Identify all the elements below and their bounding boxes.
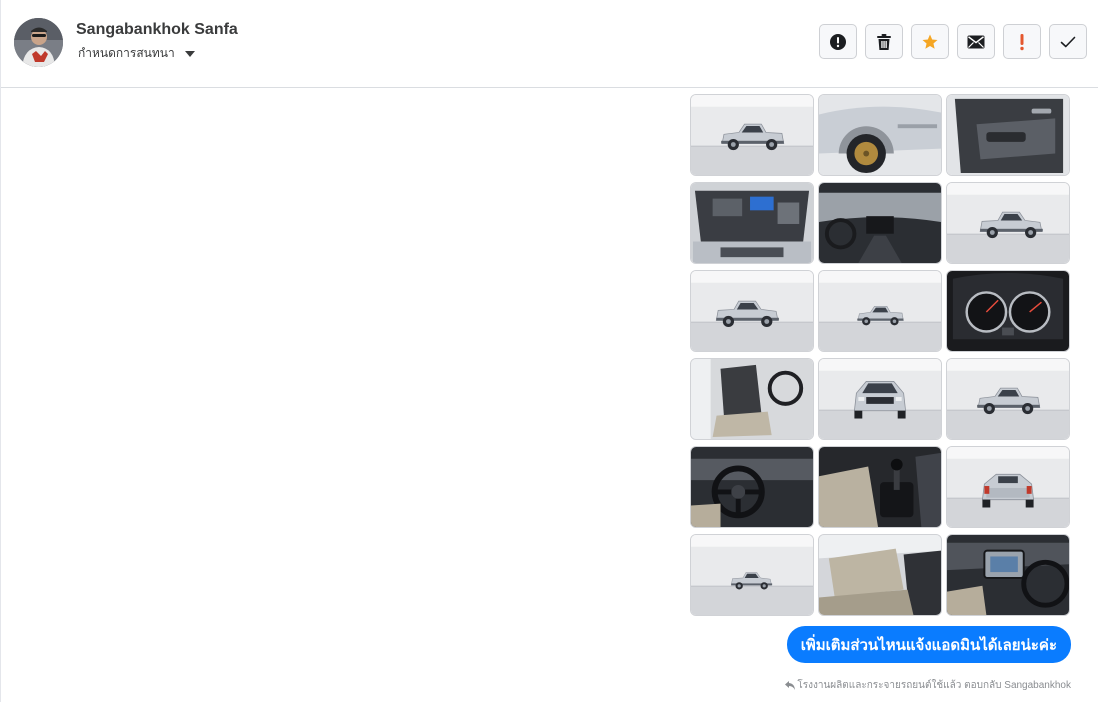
left-divider — [0, 0, 1, 702]
caret-down-icon — [184, 51, 195, 57]
exclamation-circle-icon — [830, 33, 846, 50]
mark-unread-button[interactable] — [957, 24, 995, 59]
mark-done-button[interactable] — [1049, 24, 1087, 59]
exclamation-icon — [1020, 33, 1024, 50]
label-dropdown[interactable]: กำหนดการสนทนา — [78, 44, 195, 63]
photo-thumbnail-dashboard-interior[interactable] — [818, 182, 942, 264]
photo-thumbnail-pickup-rear-three-quarter[interactable] — [690, 270, 814, 352]
photo-image — [691, 271, 813, 351]
mark-spam-button[interactable] — [819, 24, 857, 59]
contact-name: Sangabankhok Sanfa — [76, 21, 238, 38]
photo-thumbnail-front-wheel-closeup[interactable] — [818, 94, 942, 176]
reply-footnote: โรงงานผลิตและกระจายรถยนต์ใช้แล้ว ตอบกลับ… — [785, 678, 1071, 693]
checkmark-icon — [1060, 36, 1076, 47]
photo-image — [819, 95, 941, 175]
star-button[interactable] — [911, 24, 949, 59]
photo-image — [819, 535, 941, 615]
message-bubble[interactable]: เพิ่มเติมส่วนไหนแจ้งแอดมินได้เลยน่ะค่ะ — [786, 626, 1071, 663]
photo-image — [691, 359, 813, 439]
photo-thumbnail-pickup-front-three-quarter[interactable] — [690, 94, 814, 176]
follow-up-button[interactable] — [1003, 24, 1041, 59]
conversation-header: Sangabankhok Sanfa กำหนดการสนทนา — [1, 0, 1098, 88]
action-toolbar — [819, 24, 1087, 59]
delete-button[interactable] — [865, 24, 903, 59]
avatar[interactable] — [14, 18, 63, 67]
footnote-text: โรงงานผลิตและกระจายรถยนต์ใช้แล้ว ตอบกลับ… — [797, 680, 1071, 691]
photo-image — [819, 447, 941, 527]
photo-thumbnail-instrument-gauges[interactable] — [946, 270, 1070, 352]
photo-image — [819, 183, 941, 263]
reply-arrow-icon — [785, 681, 796, 690]
photo-thumbnail-engine-bay[interactable] — [690, 182, 814, 264]
photo-thumbnail-steering-wheel[interactable] — [690, 446, 814, 528]
photo-thumbnail-gear-shifter[interactable] — [818, 446, 942, 528]
photo-thumbnail-door-panel-interior[interactable] — [946, 94, 1070, 176]
photo-thumbnail-pickup-front-straight[interactable] — [818, 358, 942, 440]
photo-image — [947, 447, 1069, 527]
photo-image — [947, 359, 1069, 439]
photo-thumbnail-pickup-side-profile[interactable] — [818, 270, 942, 352]
photo-image — [691, 95, 813, 175]
photo-image — [819, 271, 941, 351]
photo-thumbnail-rear-seats[interactable] — [818, 534, 942, 616]
envelope-icon — [967, 35, 985, 48]
photo-thumbnail-front-seats[interactable] — [690, 358, 814, 440]
photo-image — [819, 359, 941, 439]
photo-thumbnail-pickup-rear-straight[interactable] — [946, 446, 1070, 528]
photo-thumbnail-pickup-front-view[interactable] — [946, 182, 1070, 264]
photo-thumbnail-pickup-rear-view[interactable] — [946, 358, 1070, 440]
message-text: เพิ่มเติมส่วนไหนแจ้งแอดมินได้เลยน่ะค่ะ — [800, 636, 1057, 654]
photo-thumbnail-center-console[interactable] — [946, 534, 1070, 616]
photo-grid — [690, 94, 1070, 616]
photo-image — [691, 535, 813, 615]
photo-image — [691, 183, 813, 263]
photo-image — [691, 447, 813, 527]
trash-icon — [877, 33, 891, 50]
photo-thumbnail-pickup-side-far[interactable] — [690, 534, 814, 616]
photo-image — [947, 95, 1069, 175]
photo-image — [947, 183, 1069, 263]
star-icon — [922, 34, 938, 49]
label-dropdown-text: กำหนดการสนทนา — [78, 46, 175, 60]
photo-image — [947, 535, 1069, 615]
photo-image — [947, 271, 1069, 351]
